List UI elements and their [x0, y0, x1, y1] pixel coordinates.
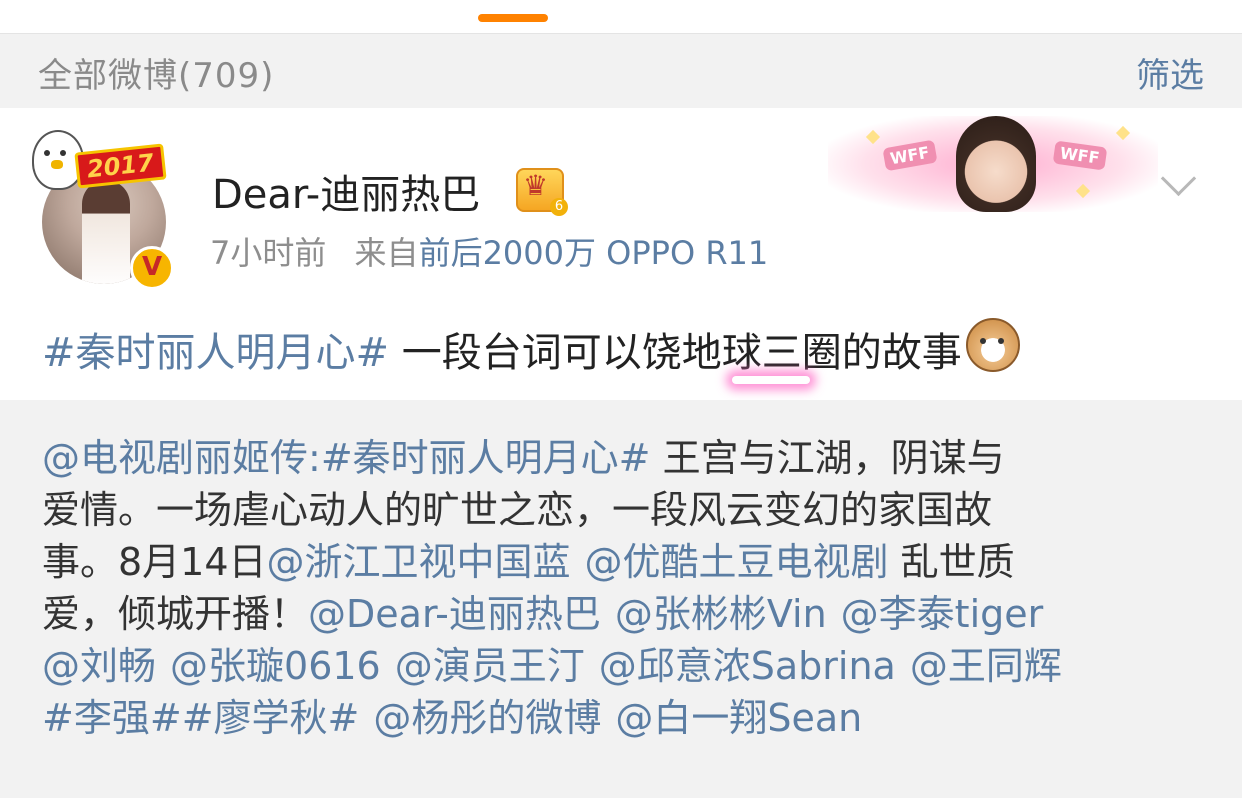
mention-link[interactable]: @电视剧丽姬传:	[42, 436, 321, 480]
repost-text-segment: 事。8月14日	[42, 540, 267, 584]
hashtag-link[interactable]: #秦时丽人明月心#	[321, 436, 651, 480]
weibo-post: 2017 V Dear-迪丽热巴 WFF WFF 7小时前 来自前后2000万 …	[0, 108, 1242, 400]
mention-link[interactable]: @王同辉	[910, 644, 1062, 688]
weibo-count-title: 全部微博(709)	[38, 56, 275, 96]
mention-link[interactable]: @刘畅	[42, 644, 156, 688]
repost-line: 事。8月14日@浙江卫视中国蓝 @优酷土豆电视剧 乱世质	[42, 536, 1202, 588]
repost-line: 爱情。一场虐心动人的旷世之恋，一段风云变幻的家国故	[42, 484, 1202, 536]
hashtag-link[interactable]: #廖学秋#	[182, 696, 360, 740]
mention-link[interactable]: @Dear-迪丽热巴	[308, 592, 601, 636]
chevron-down-icon[interactable]	[1160, 160, 1197, 197]
mention-link[interactable]: @优酷土豆电视剧	[585, 540, 889, 584]
mention-link[interactable]: @邱意浓Sabrina	[599, 644, 896, 688]
post-body-text: 一段台词可以饶地球三圈的故事	[389, 330, 962, 376]
post-meta: 7小时前 来自前后2000万 OPPO R11	[210, 228, 768, 274]
fan-portrait	[956, 116, 1036, 212]
post-text: #秦时丽人明月心# 一段台词可以饶地球三圈的故事	[42, 318, 1020, 378]
touch-indicator	[732, 376, 810, 384]
post-time: 7小时前	[210, 234, 327, 272]
mention-link[interactable]: @张彬彬Vin	[615, 592, 827, 636]
fan-tag-left: WFF	[882, 139, 938, 172]
mention-link[interactable]: @浙江卫视中国蓝	[267, 540, 571, 584]
repost-line: #李强##廖学秋# @杨彤的微博 @白一翔Sean	[42, 692, 1202, 744]
mention-link[interactable]: @白一翔Sean	[615, 696, 862, 740]
mention-link[interactable]: @演员王汀	[395, 644, 585, 688]
reposted-content[interactable]: @电视剧丽姬传:#秦时丽人明月心# 王宫与江湖，阴谋与 爱情。一场虐心动人的旷世…	[0, 400, 1242, 798]
mention-link[interactable]: @李泰tiger	[841, 592, 1044, 636]
repost-text-segment: 爱，倾城开播！	[42, 592, 309, 636]
hashtag-link[interactable]: #李强#	[42, 696, 182, 740]
repost-text: @电视剧丽姬传:#秦时丽人明月心# 王宫与江湖，阴谋与 爱情。一场虐心动人的旷世…	[42, 432, 1202, 744]
repost-line: @电视剧丽姬传:#秦时丽人明月心# 王宫与江湖，阴谋与	[42, 432, 1202, 484]
mention-link[interactable]: @张璇0616	[170, 644, 381, 688]
post-device-link[interactable]: 前后2000万 OPPO R11	[419, 234, 769, 272]
fan-banner-decoration: WFF WFF	[828, 116, 1158, 212]
mention-link[interactable]: @杨彤的微博	[373, 696, 601, 740]
cat-emoji-icon	[965, 318, 1020, 372]
post-source-prefix: 来自	[354, 234, 419, 272]
repost-line: 爱，倾城开播！@Dear-迪丽热巴 @张彬彬Vin @李泰tiger	[42, 588, 1202, 640]
crown-icon[interactable]	[516, 168, 568, 216]
top-tab-strip	[0, 0, 1242, 33]
year-badge: 2017	[74, 143, 167, 189]
filter-bar: 全部微博(709) 筛选	[0, 33, 1242, 109]
repost-line: @刘畅 @张璇0616 @演员王汀 @邱意浓Sabrina @王同辉	[42, 640, 1202, 692]
repost-text-segment: 乱世质	[888, 540, 1015, 584]
verified-badge-icon: V	[130, 246, 174, 290]
repost-text-segment: 王宫与江湖，阴谋与	[650, 436, 1005, 480]
filter-button[interactable]: 筛选	[1136, 48, 1204, 97]
post-hashtag[interactable]: #秦时丽人明月心#	[42, 330, 389, 376]
fan-tag-right: WFF	[1052, 140, 1107, 171]
username[interactable]: Dear-迪丽热巴	[212, 162, 480, 220]
avatar[interactable]: 2017 V	[32, 130, 174, 290]
repost-text-segment: 爱情。一场虐心动人的旷世之恋，一段风云变幻的家国故	[42, 488, 993, 532]
active-tab-indicator	[478, 14, 548, 22]
